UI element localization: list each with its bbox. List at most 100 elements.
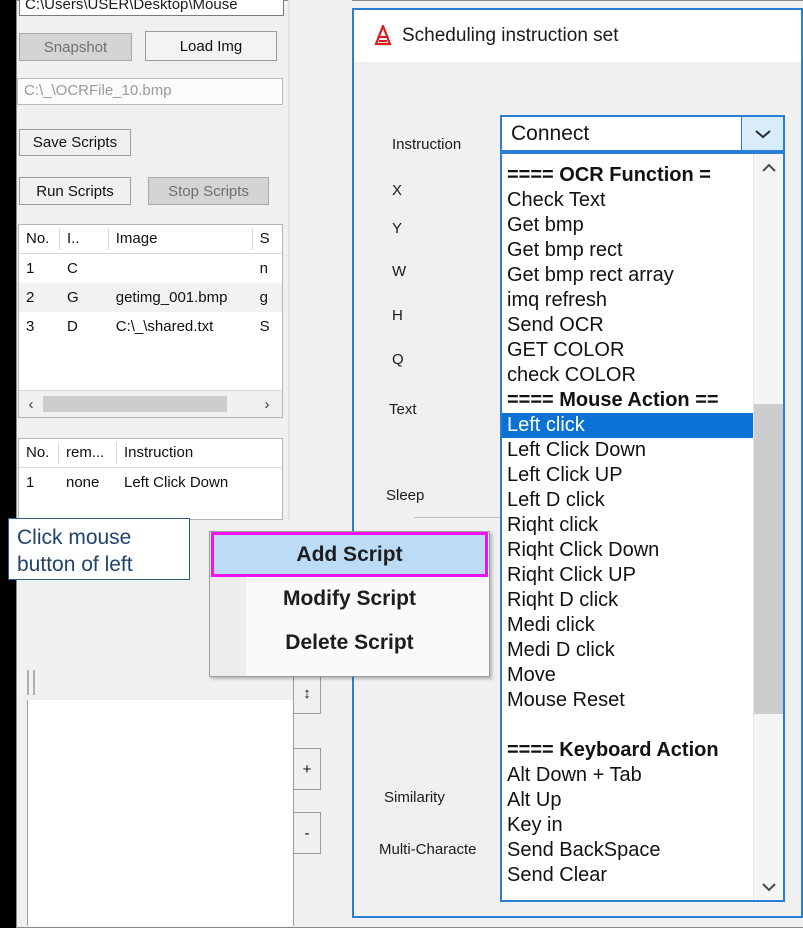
label-text: Text: [389, 401, 417, 418]
scroll-left-icon[interactable]: ‹: [19, 396, 43, 413]
run-scripts-button[interactable]: Run Scripts: [19, 177, 131, 205]
dialog-title-bar[interactable]: Scheduling instruction set: [354, 10, 801, 62]
dropdown-item[interactable]: Left Click UP: [502, 463, 754, 488]
ocr-file-input[interactable]: C:\_\OCRFile_10.bmp: [17, 78, 283, 105]
snapshot-button[interactable]: Snapshot: [19, 33, 132, 61]
images-table-horizontal-scrollbar[interactable]: ‹ ›: [19, 390, 282, 417]
label-w: W: [392, 263, 407, 280]
cell-i: C: [66, 260, 78, 277]
zoom-in-button[interactable]: +: [293, 748, 321, 790]
bottom-white-sheet: [27, 700, 294, 926]
label-instruction: Instruction: [392, 136, 462, 153]
table-row[interactable]: 1 C n: [19, 254, 282, 283]
dropdown-item[interactable]: Alt Up: [502, 788, 754, 813]
dropdown-item[interactable]: GET COLOR: [502, 338, 754, 363]
label-h: H: [392, 307, 403, 324]
column-header-instruction[interactable]: Instruction: [117, 442, 277, 464]
scrollbar-thumb[interactable]: [43, 396, 227, 412]
column-header-rem[interactable]: rem...: [59, 442, 117, 464]
sheet-divider-line: [27, 670, 29, 695]
column-header-image[interactable]: Image: [109, 228, 253, 250]
images-table-header: No. I.. Image S: [19, 225, 282, 254]
instruction-table-header: No. rem... Instruction: [19, 439, 282, 468]
dropdown-item[interactable]: Check Text: [502, 188, 754, 213]
dropdown-item[interactable]: check COLOR: [502, 363, 754, 388]
dropdown-group-header: ==== Mouse Action ==: [507, 389, 719, 411]
cell-i: D: [66, 318, 78, 335]
dropdown-item[interactable]: Get bmp: [502, 213, 754, 238]
dropdown-group-header: ==== Keyboard Action: [507, 739, 719, 761]
dropdown-item[interactable]: Send OCR: [502, 313, 754, 338]
scrollbar-thumb[interactable]: [754, 404, 783, 714]
column-header-no[interactable]: No.: [19, 228, 60, 250]
dropdown-item[interactable]: Left D click: [502, 488, 754, 513]
cell-rem: none: [66, 474, 100, 491]
dropdown-item[interactable]: Riqht click: [502, 513, 754, 538]
menu-item-add-script[interactable]: Add Script: [211, 532, 488, 577]
label-sleep: Sleep: [386, 487, 425, 504]
menu-item-delete-script[interactable]: Delete Script: [210, 621, 489, 665]
scroll-down-small-button[interactable]: ↕: [293, 672, 321, 714]
instruction-table[interactable]: No. rem... Instruction 1 none Left Click…: [18, 438, 283, 520]
zoom-out-button[interactable]: -: [293, 812, 321, 854]
desktop-path-input[interactable]: C:\Users\USER\Desktop\Mouse: [19, 0, 284, 16]
tooltip-line-2: button of left: [17, 553, 133, 576]
dropdown-item[interactable]: Medi click: [502, 613, 754, 638]
dropdown-item-selected[interactable]: Left click: [502, 413, 783, 438]
cell-no: 1: [26, 474, 35, 491]
script-context-menu[interactable]: Add Script Modify Script Delete Script: [209, 531, 490, 677]
dropdown-item[interactable]: Riqht Click UP: [502, 563, 754, 588]
cell-instruction: Left Click Down: [124, 474, 229, 491]
cell-no: 1: [26, 260, 35, 277]
column-header-no[interactable]: No.: [19, 442, 59, 464]
cell-no: 3: [26, 318, 35, 335]
dropdown-item[interactable]: Riqht Click Down: [502, 538, 754, 563]
cell-s: S: [259, 318, 270, 335]
table-row[interactable]: 2 G getimg_001.bmp g: [19, 283, 282, 312]
dropdown-item[interactable]: imq refresh: [502, 288, 754, 313]
load-img-button[interactable]: Load Img: [145, 31, 277, 61]
scroll-right-icon[interactable]: ›: [255, 396, 279, 413]
dropdown-group-header: ==== OCR Function =: [507, 164, 711, 186]
cell-s: n: [259, 260, 268, 277]
red-triangle-logo-icon: [372, 22, 394, 47]
dialog-title: Scheduling instruction set: [402, 25, 619, 46]
instruction-combobox[interactable]: Connect: [500, 115, 785, 152]
table-row[interactable]: 1 none Left Click Down: [19, 468, 282, 497]
dropdown-scrollbar[interactable]: [753, 154, 783, 900]
dropdown-items[interactable]: ==== OCR Function = Check Text Get bmp G…: [502, 154, 783, 900]
column-header-s[interactable]: S: [253, 228, 282, 250]
label-q: Q: [392, 351, 404, 368]
dropdown-item[interactable]: Get bmp rect array: [502, 263, 754, 288]
cell-no: 2: [26, 289, 35, 306]
save-scripts-button[interactable]: Save Scripts: [19, 129, 131, 156]
instruction-dropdown-list[interactable]: ==== OCR Function = Check Text Get bmp G…: [500, 152, 785, 902]
cell-image: getimg_001.bmp: [115, 289, 228, 306]
table-row[interactable]: 3 D C:\_\shared.txt S: [19, 312, 282, 341]
dropdown-item[interactable]: Get bmp rect: [502, 238, 754, 263]
tooltip-line-1: Click mouse: [17, 526, 132, 549]
dropdown-item[interactable]: Move: [502, 663, 754, 688]
chevron-down-icon[interactable]: [741, 117, 783, 150]
dropdown-item[interactable]: Left Click Down: [502, 438, 754, 463]
dropdown-item[interactable]: Send BackSpace: [502, 838, 754, 863]
dropdown-item[interactable]: Send Clear: [502, 863, 754, 888]
dropdown-item[interactable]: Key in: [502, 813, 754, 838]
dropdown-item[interactable]: Mouse Reset: [502, 688, 754, 713]
cell-image: C:\_\shared.txt: [115, 318, 214, 335]
images-table[interactable]: No. I.. Image S 1 C n 2 G getimg_001.bmp…: [18, 224, 283, 418]
chevron-up-icon[interactable]: [754, 154, 783, 181]
menu-item-modify-script[interactable]: Modify Script: [210, 577, 489, 621]
stop-scripts-button[interactable]: Stop Scripts: [148, 177, 269, 205]
label-x: X: [392, 182, 403, 199]
dropdown-item[interactable]: Alt Down + Tab: [502, 763, 754, 788]
tooltip-click-mouse: Click mouse button of left: [8, 518, 190, 580]
chevron-down-icon[interactable]: [754, 873, 783, 900]
instruction-combobox-value: Connect: [511, 121, 590, 145]
column-header-i[interactable]: I..: [60, 228, 109, 250]
label-y: Y: [392, 220, 403, 237]
dropdown-item[interactable]: Medi D click: [502, 638, 754, 663]
cell-i: G: [66, 289, 79, 306]
dropdown-item[interactable]: Riqht D click: [502, 588, 754, 613]
label-similarity: Similarity: [384, 789, 445, 806]
